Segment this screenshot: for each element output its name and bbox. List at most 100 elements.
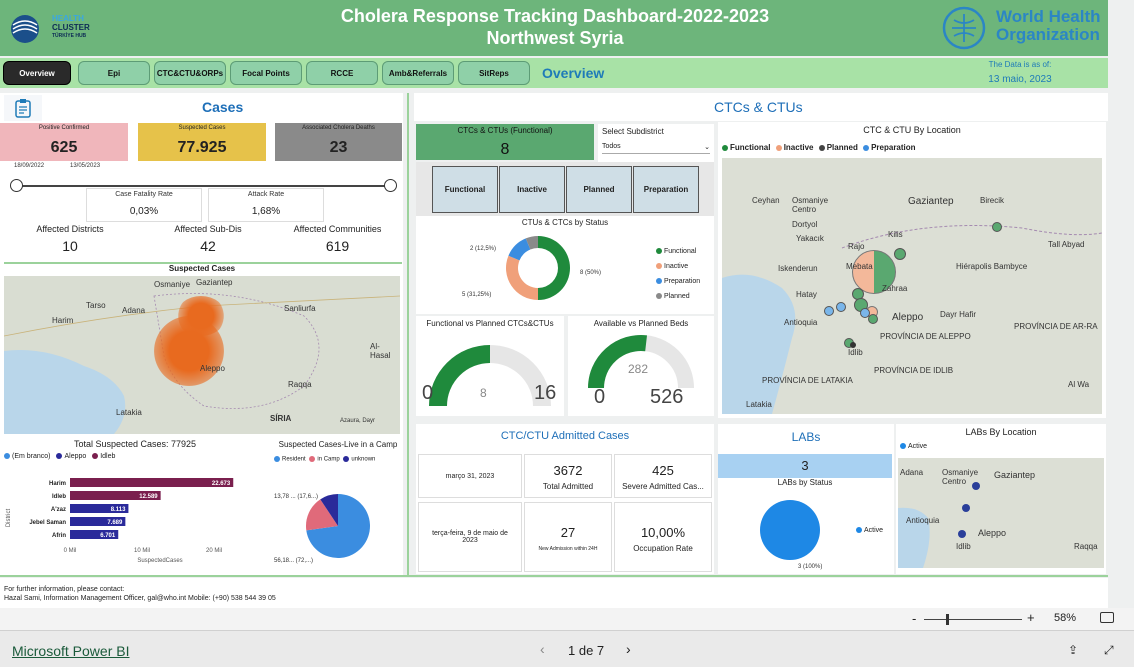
who-logo-text: World Health Organization [996,7,1101,44]
subdistrict-dropdown[interactable]: Todos ⌄ [602,140,710,154]
powerbi-bar: Microsoft Power BI ‹ 1 de 7 › ⇪ ⤢ [0,630,1134,667]
pie-data-label: 13,78 ... (17,6...) [274,494,318,500]
admitted-date1: março 31, 2023 [418,454,522,498]
legend-dot [900,443,906,450]
prev-page-icon[interactable]: ‹ [540,641,545,657]
footer: For further information, please contact:… [0,578,1108,608]
lab-marker[interactable] [962,504,970,512]
ctc-title: CTCs & CTUs [714,99,803,115]
tab-overview[interactable]: Overview [3,61,71,85]
legend-dot [656,248,662,255]
tab-focal-points[interactable]: Focal Points [230,61,302,85]
chevron-down-icon: ⌄ [704,143,710,151]
fullscreen-icon[interactable]: ⤢ [1104,643,1114,658]
tab-amb-referrals[interactable]: Amb&Referrals [382,61,454,85]
bar-category-label: Harim [49,481,66,487]
powerbi-link[interactable]: Microsoft Power BI [12,643,129,659]
tab-ctc-ctu-orps[interactable]: CTC&CTU&ORPs [154,61,226,85]
zoom-slider-handle[interactable] [946,614,949,625]
ctc-status-donut: CTUs & CTCs by Status 8 (50%) 5 (31,25%) 2… [416,216,714,314]
ctc-bubble[interactable] [824,306,834,316]
functional-button[interactable]: Functional [432,166,498,213]
ctc-bubble[interactable] [992,222,1002,232]
zoom-slider[interactable] [924,619,1022,620]
severe-admitted-card: 425 Severe Admitted Cas... [614,454,712,498]
zoom-level: 58% [1054,612,1077,624]
affected-districts-card: Affected Districts 10 [36,224,104,254]
ctc-bubble[interactable] [894,248,906,260]
case-cluster [176,296,226,336]
suspected-cases-card: Suspected Cases 77.925 [138,123,266,161]
scrollbar[interactable] [1108,93,1134,608]
bar-chart-title: Total Suspected Cases: 77925 [73,439,197,449]
planned-button[interactable]: Planned [566,166,632,213]
x-axis-label: SuspectedCases [137,558,182,564]
pie-slice [538,236,570,300]
bar-value-label: 7.689 [107,520,123,526]
preparation-button[interactable]: Preparation [633,166,699,213]
affected-subdis-card: Affected Sub-Dis 42 [174,224,242,254]
legend-dot [656,263,662,270]
divider [407,93,409,575]
zoom-out-button[interactable]: - [912,611,916,626]
deaths-card: Associated Cholera Deaths 23 [275,123,402,161]
health-cluster-logo: HEALTH CLUSTER TÜRKİYE HUB [8,12,118,46]
tab-epi[interactable]: Epi [78,61,150,85]
bar-value-label: 22.673 [212,481,231,487]
ctc-bubble[interactable] [836,302,846,312]
donut-data-label: 5 (31,25%) [462,292,491,298]
bar-value-label: 8.113 [111,507,126,513]
pie-slice [508,238,531,261]
legend-dot [656,293,662,300]
legend-dot [343,456,350,462]
pie-slice [760,500,820,560]
ctc-bubble[interactable] [868,314,878,324]
fit-page-icon[interactable] [1100,612,1114,623]
legend-dot [818,144,825,151]
donut-legend: Functional Inactive Preparation Planned [656,244,700,304]
gauge-beds: Available vs Planned Beds 282 0 526 [568,316,714,416]
date-end: 13/05/2023 [70,163,101,169]
labs-count: 3 [718,454,892,478]
ctc-location-map[interactable]: Ceyhan Osmaniye Centro Gaziantep Birecik… [722,158,1102,414]
legend-dot [722,144,728,151]
bar-chart-legend: (Em branco) Aleppo Idleb [4,453,270,460]
tab-rcce[interactable]: RCCE [306,61,378,85]
gauge1-svg [429,345,551,407]
positive-confirmed-card: Positive Confirmed 625 [0,123,128,161]
legend-dot [4,453,10,460]
camp-pie-legend: Resident in Camp unknown [274,456,402,463]
camp-pie-svg: 13,78 ... (17,6...) 56,18... (72,...) [274,494,370,564]
donut-data-label: 8 (50%) [580,270,601,276]
x-tick-label: 0 Mil [64,548,77,554]
suspected-cases-map[interactable]: Tarso Adana Osmaniye Gaziantep Sanliurfa… [4,276,400,434]
cases-title: Cases [202,99,244,115]
labs-location-map[interactable]: Adana Osmaniye Centro Gaziantep Antioqui… [898,458,1104,568]
next-page-icon[interactable]: › [626,641,631,657]
clipboard-icon[interactable] [4,95,42,121]
camp-pie-chart: Suspected Cases-Live in a Camp Resident … [274,436,402,576]
total-admitted-card: 3672 Total Admitted [524,454,612,498]
pie-slice [506,255,538,300]
page-title: Overview [542,65,605,81]
lab-marker[interactable] [958,530,966,538]
pie-data-label: 3 (100%) [798,564,822,570]
attack-rate-card: Attack Rate 1,68% [208,188,324,222]
tab-sitreps[interactable]: SitReps [458,61,530,85]
affected-communities-card: Affected Communities 619 [293,224,382,254]
ctc-map-legend: Functional Inactive Planned Preparation [722,143,1106,152]
bar-category-label: Afrin [52,533,66,539]
suspected-bar-chart: Total Suspected Cases: 77925 (Em branco)… [0,436,270,576]
new-admission-card: 27 New Admission within 24H [524,502,612,572]
donut-data-label: 2 (12,5%) [470,246,496,252]
date-slider-track [16,185,390,187]
date-start: 18/09/2022 [14,163,45,169]
zoom-in-button[interactable]: + [1027,610,1035,625]
divider [0,575,1108,577]
date-slider-end-handle[interactable] [384,179,397,192]
date-slider-start-handle[interactable] [10,179,23,192]
legend-dot [856,527,862,534]
share-icon[interactable]: ⇪ [1068,643,1078,657]
inactive-button[interactable]: Inactive [499,166,565,213]
legend-dot [274,456,280,462]
